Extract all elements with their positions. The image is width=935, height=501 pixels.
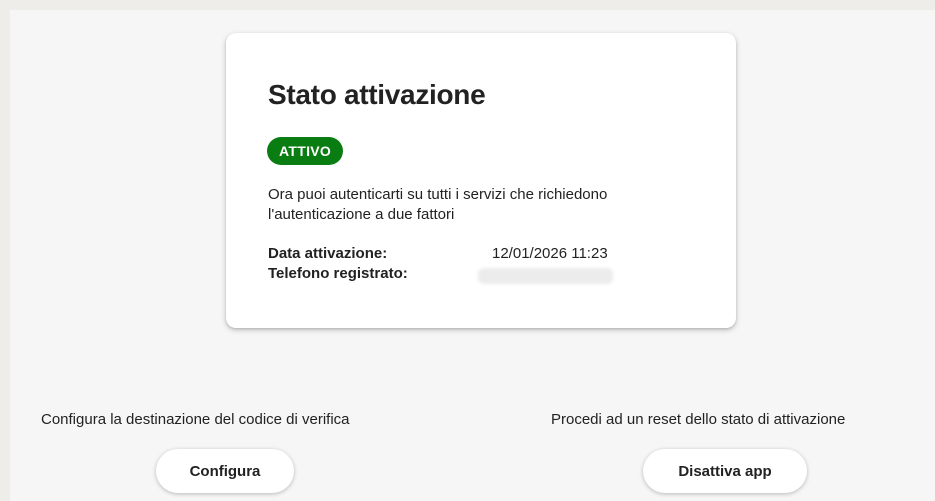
status-badge: ATTIVO: [267, 137, 344, 165]
activation-status-card: Stato attivazione ATTIVO Ora puoi autent…: [226, 33, 736, 328]
content-panel: Stato attivazione ATTIVO Ora puoi autent…: [10, 10, 935, 501]
deactivate-caption: Procedi ad un reset dello stato di attiv…: [551, 411, 846, 428]
activation-date-label: Data attivazione:: [268, 245, 388, 262]
redacted-phone-mask: [478, 268, 613, 284]
activation-date-value: 12/01/2026 11:23: [492, 245, 608, 262]
card-title: Stato attivazione: [268, 79, 486, 110]
configure-caption: Configura la destinazione del codice di …: [41, 411, 350, 428]
registered-phone-label: Telefono registrato:: [268, 265, 408, 282]
deactivate-app-button[interactable]: Disattiva app: [643, 449, 807, 493]
configure-button[interactable]: Configura: [156, 449, 294, 493]
status-description: Ora puoi autenticarti su tutti i servizi…: [268, 186, 608, 223]
